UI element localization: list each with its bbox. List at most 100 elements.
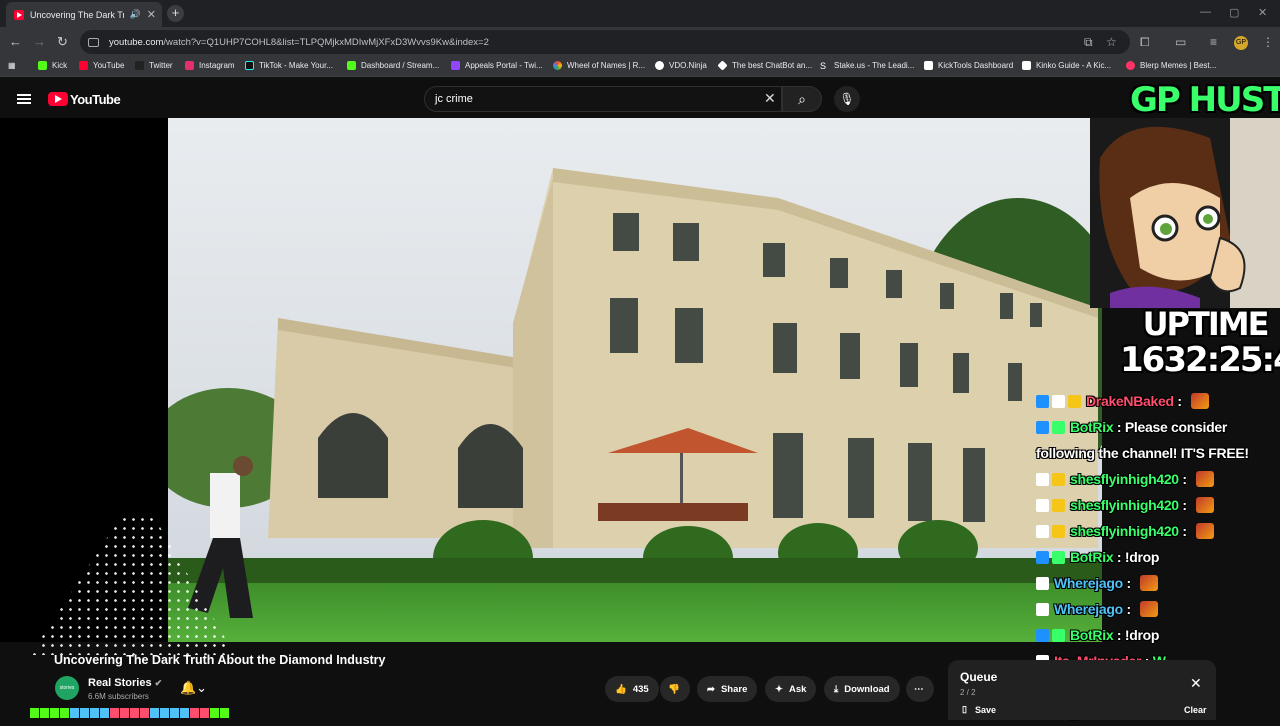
vdo-ninja-icon	[655, 61, 664, 70]
forward-icon[interactable]: →	[33, 34, 46, 49]
clear-queue-button[interactable]: Clear	[1184, 705, 1207, 715]
like-count: 435	[632, 683, 649, 695]
bookmark-label: TikTok - Make Your...	[259, 61, 333, 70]
bookmark-youtube[interactable]: YouTube	[79, 61, 124, 70]
like-button[interactable]: 👍 435	[605, 676, 659, 702]
bookmark-label: Wheel of Names | R...	[567, 61, 646, 70]
browser-tab[interactable]: Uncovering The Dark Truth 🔊 ✕	[6, 2, 162, 27]
close-window-icon[interactable]: ✕	[1258, 6, 1267, 19]
bookmarks-bar: ▦ Kick YouTube Twitter Instagram TikTok …	[0, 57, 1280, 77]
bookmark-chatbot[interactable]: The best ChatBot an...	[717, 60, 812, 71]
chat-text: !drop	[1124, 549, 1160, 565]
chat-message: Wherejago :	[1036, 596, 1280, 622]
bookmark-vdoninja[interactable]: VDO.Ninja	[655, 61, 707, 70]
bookmark-star-icon[interactable]: ☆	[1106, 35, 1117, 49]
cast-icon[interactable]: ▭	[1175, 35, 1186, 49]
bookmark-label: VDO.Ninja	[669, 61, 707, 70]
speaker-icon[interactable]: 🔊	[130, 9, 141, 20]
download-button[interactable]: ⤓ Download	[824, 676, 900, 702]
instagram-icon	[185, 61, 194, 70]
search-input[interactable]: jc crime	[424, 86, 782, 112]
minimize-icon[interactable]: —	[1200, 6, 1211, 18]
media-control-icon[interactable]: ≡	[1210, 35, 1217, 49]
uptime-value: 1632:25:40	[1120, 340, 1280, 380]
bookmark-twitter[interactable]: Twitter	[135, 61, 173, 70]
chat-separator: :	[1113, 549, 1125, 565]
maximize-icon[interactable]: ▢	[1229, 6, 1239, 19]
chat-badge-icon	[1036, 550, 1049, 564]
chat-message: following the channel! IT'S FREE!	[1036, 440, 1280, 466]
search-button[interactable]: ⌕	[782, 86, 822, 112]
dislike-button[interactable]: 👎	[660, 676, 690, 702]
chat-emote-icon	[1196, 471, 1215, 487]
youtube-wordmark[interactable]: YouTube	[70, 92, 121, 107]
bookmark-wheel[interactable]: Wheel of Names | R...	[553, 61, 645, 70]
chat-message: Wherejago :	[1036, 570, 1280, 596]
bookmark-label: KickTools Dashboard	[938, 61, 1014, 70]
bookmark-tiktok[interactable]: TikTok - Make Your...	[245, 61, 333, 70]
save-queue-button[interactable]: ▯ Save	[962, 704, 996, 715]
bookmark-kinko[interactable]: Kinko Guide - A Kic...	[1022, 61, 1111, 70]
site-info-icon[interactable]	[88, 37, 99, 47]
back-icon[interactable]: ←	[9, 34, 22, 49]
clear-search-icon[interactable]: ✕	[764, 90, 776, 107]
bookmark-blerp[interactable]: Blerp Memes | Best...	[1126, 61, 1216, 70]
chat-separator: :	[1113, 627, 1125, 643]
profile-avatar[interactable]: GP	[1234, 36, 1248, 50]
video-title: Uncovering The Dark Truth About the Diam…	[54, 653, 386, 667]
notification-bell-icon[interactable]: 🔔⌄	[180, 680, 207, 696]
bookmark-instagram[interactable]: Instagram	[185, 61, 235, 70]
bookmark-stake[interactable]: S Stake.us - The Leadi...	[820, 61, 914, 71]
bookmark-kick[interactable]: Kick	[38, 61, 67, 70]
new-tab-button[interactable]: +	[167, 5, 184, 22]
apps-grid-icon[interactable]: ▦	[8, 61, 16, 70]
youtube-logo-icon[interactable]	[48, 92, 68, 106]
bookmark-icon: ▯	[962, 704, 967, 714]
share-icon: ➦	[707, 683, 715, 695]
address-bar[interactable]: youtube.com /watch?v=Q1UHP7COHL8&list=TL…	[80, 30, 1130, 54]
overlay-color-strip	[30, 708, 229, 718]
queue-title: Queue	[960, 670, 998, 684]
chat-badge-icon	[1052, 472, 1065, 486]
grid-icon	[924, 61, 933, 70]
chat-badge-icon	[1036, 472, 1049, 486]
kick-icon	[38, 61, 47, 70]
chat-username: BotRix	[1070, 419, 1114, 435]
bookmark-dashboard[interactable]: Dashboard / Stream...	[347, 61, 439, 70]
more-actions-button[interactable]: ⋯	[906, 676, 934, 702]
chat-text: following the channel! IT'S FREE!	[1036, 445, 1249, 461]
chat-username: BotRix	[1070, 549, 1114, 565]
share-button[interactable]: ➦ Share	[697, 676, 758, 702]
video-player[interactable]	[168, 118, 1102, 642]
chat-badge-icon	[1052, 394, 1065, 408]
subscriber-count: 6.6M subscribers	[88, 692, 149, 701]
menu-kebab-icon[interactable]: ⋮	[1262, 35, 1274, 49]
channel-name[interactable]: Real Stories ✔	[88, 677, 162, 689]
ask-label: Ask	[788, 683, 807, 695]
queue-panel[interactable]: Queue 2 / 2 ✕ ▯ Save Clear	[948, 660, 1216, 720]
voice-search-icon[interactable]: 🎙	[834, 86, 860, 112]
chat-emote-icon	[1191, 393, 1210, 409]
chat-message: shesflyinhigh420 :	[1036, 466, 1280, 492]
install-icon[interactable]: ⧉	[1084, 35, 1093, 50]
chat-badge-icon	[1036, 420, 1049, 434]
bookmark-label: Dashboard / Stream...	[361, 61, 440, 70]
blerp-icon	[1126, 61, 1135, 70]
close-queue-icon[interactable]: ✕	[1190, 675, 1202, 692]
bookmark-kicktools[interactable]: KickTools Dashboard	[924, 61, 1013, 70]
hamburger-menu-icon[interactable]	[17, 94, 31, 104]
chat-username: BotRix	[1070, 627, 1114, 643]
chat-badge-icon	[1052, 524, 1065, 538]
chat-message: BotRix : Please consider	[1036, 414, 1280, 440]
extensions-icon[interactable]: ⧠	[1140, 35, 1150, 50]
queue-count: 2 / 2	[960, 688, 976, 697]
close-tab-icon[interactable]: ✕	[147, 8, 156, 21]
url-host: youtube.com	[109, 36, 164, 48]
bookmark-appeals[interactable]: Appeals Portal - Twi...	[451, 61, 543, 70]
chat-badge-icon	[1036, 498, 1049, 512]
browser-tab-bar: Uncovering The Dark Truth 🔊 ✕ + — ▢ ✕	[0, 0, 1280, 27]
stream-brand: GP HUSTLA	[1130, 80, 1280, 120]
ask-button[interactable]: ✦ Ask	[765, 676, 817, 702]
channel-avatar[interactable]: stories	[55, 676, 79, 700]
reload-icon[interactable]: ↻	[57, 34, 68, 50]
